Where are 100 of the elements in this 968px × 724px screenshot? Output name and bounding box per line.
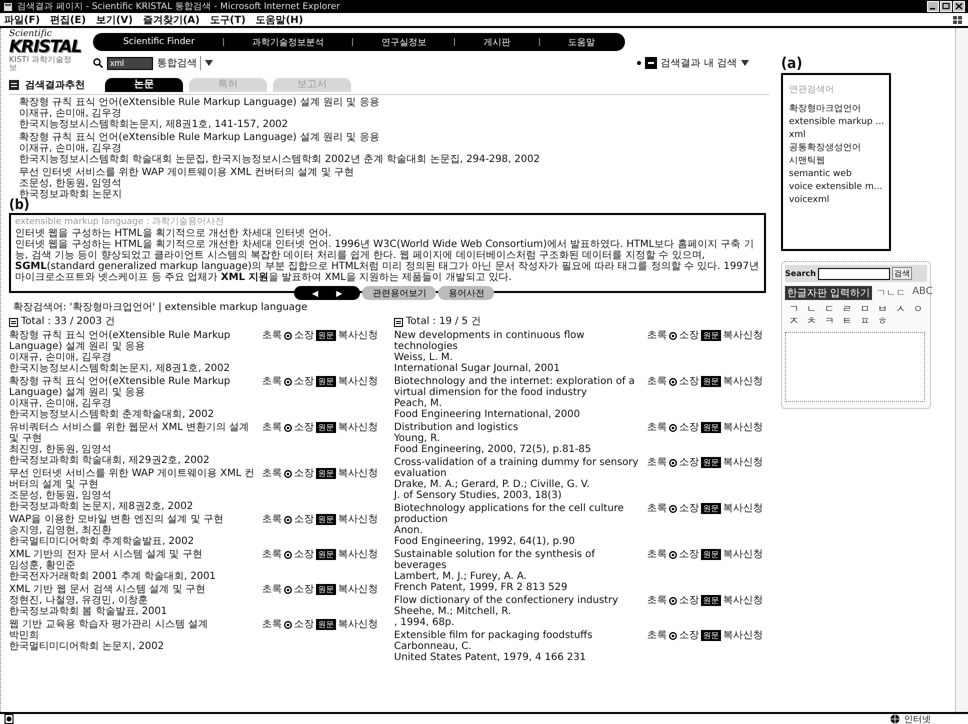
inner-search-dropdown[interactable]: 검색결과 내 검색 (660, 56, 737, 70)
fulltext-button[interactable]: 원문 (701, 630, 721, 641)
abstract-link[interactable]: 초록 (262, 514, 282, 525)
definition-button[interactable]: 용어사전 (438, 286, 494, 300)
copy-request-link[interactable]: 복사신청 (338, 619, 378, 630)
tab[interactable]: 논문 (105, 78, 183, 92)
paper-title[interactable]: WAP을 이용한 모바일 변환 엔진의 설계 및 구현 (9, 514, 258, 525)
paper-title[interactable]: 웹 기반 교육용 학습자 평가관리 시스템 설계 (9, 619, 258, 630)
menu-item[interactable]: 보기(V) (96, 12, 133, 26)
fulltext-button[interactable]: 원문 (701, 457, 721, 468)
holdings-link[interactable]: 소장 (679, 376, 699, 387)
fulltext-button[interactable]: 원문 (701, 549, 721, 560)
fulltext-button[interactable]: 원문 (316, 584, 336, 595)
tab[interactable]: ABC (910, 286, 935, 300)
fulltext-button[interactable]: 원문 (701, 422, 721, 433)
key[interactable]: ㄴ (802, 304, 820, 316)
key[interactable]: ㅈ (785, 316, 803, 328)
paper-title[interactable]: 무선 인터넷 서비스를 위한 WAP 게이트웨이용 XML 컨버터의 설계 및 구현 (19, 167, 769, 178)
abstract-link[interactable]: 초록 (647, 595, 667, 606)
paper-title[interactable]: Extensible film for packaging foodstuffs (394, 630, 643, 641)
copy-request-link[interactable]: 복사신청 (723, 422, 763, 433)
paper-title[interactable]: 유비쿼터스 서비스를 위한 웹문서 XML 변환기의 설계 및 구현 (9, 422, 258, 444)
holdings-link[interactable]: 소장 (294, 422, 314, 433)
related-term-link[interactable]: extensible markup ... (789, 117, 883, 128)
paper-title[interactable]: Cross-validation of a training dummy for sensory evaluation (394, 457, 643, 479)
definition-button[interactable]: 관련용어보기 (362, 286, 436, 300)
holdings-link[interactable]: 소장 (679, 630, 699, 641)
copy-request-link[interactable]: 복사신청 (723, 330, 763, 341)
key[interactable]: ㅇ (909, 304, 927, 316)
key[interactable]: ㄱ (785, 304, 803, 316)
copy-request-link[interactable]: 복사신청 (338, 376, 378, 387)
fulltext-button[interactable]: 원문 (316, 619, 336, 630)
abstract-link[interactable]: 초록 (262, 468, 282, 479)
key[interactable]: ㅎ (874, 316, 892, 328)
abstract-link[interactable]: 초록 (262, 330, 282, 341)
menu-item[interactable]: 도구(T) (210, 12, 246, 26)
key[interactable]: ㅁ (856, 304, 874, 316)
copy-request-link[interactable]: 복사신청 (338, 584, 378, 595)
copy-request-link[interactable]: 복사신청 (338, 549, 378, 560)
scope-dropdown[interactable]: 통합검색 (157, 56, 201, 70)
menu-item[interactable]: 즐겨찾기(A) (142, 12, 200, 26)
related-term-link[interactable]: 확장형마크업언어 (789, 104, 883, 115)
copy-request-link[interactable]: 복사신청 (723, 549, 763, 560)
tab[interactable]: ㄱㄴㄷ (874, 286, 908, 300)
fulltext-button[interactable]: 원문 (316, 422, 336, 433)
abstract-link[interactable]: 초록 (262, 584, 282, 595)
paper-title[interactable]: Sustainable solution for the synthesis of beverages (394, 549, 643, 571)
logo[interactable]: Scientific KRISTAL KISTI 과학기술정보 (9, 30, 79, 76)
copy-request-link[interactable]: 복사신청 (723, 630, 763, 641)
paper-title[interactable]: Distribution and logistics (394, 422, 643, 433)
holdings-link[interactable]: 소장 (679, 503, 699, 514)
nav-link[interactable]: 도움말 (568, 36, 595, 48)
fulltext-button[interactable]: 원문 (316, 549, 336, 560)
copy-request-link[interactable]: 복사신청 (723, 503, 763, 514)
abstract-link[interactable]: 초록 (262, 422, 282, 433)
paper-title[interactable]: 무선 인터넷 서비스를 위한 WAP 게이트웨이용 XML 컨버터의 설계 및 구현 (9, 468, 258, 490)
copy-request-link[interactable]: 복사신청 (723, 595, 763, 606)
menu-item[interactable]: 편집(E) (50, 12, 86, 26)
abstract-link[interactable]: 초록 (647, 422, 667, 433)
key[interactable]: ㅂ (874, 304, 892, 316)
nav-link[interactable]: 연구실정보 (381, 36, 426, 48)
abstract-link[interactable]: 초록 (262, 376, 282, 387)
related-term-link[interactable]: 공통확장생성언어 (789, 143, 883, 154)
copy-request-link[interactable]: 복사신청 (338, 514, 378, 525)
close-icon[interactable] (953, 1, 965, 12)
copy-request-link[interactable]: 복사신청 (338, 422, 378, 433)
fulltext-button[interactable]: 원문 (701, 376, 721, 387)
paper-title[interactable]: XML 기반의 전자 문서 시스템 설계 및 구현 (9, 549, 258, 560)
related-term-link[interactable]: semantic web (789, 169, 883, 180)
abstract-link[interactable]: 초록 (647, 376, 667, 387)
fulltext-button[interactable]: 원문 (701, 595, 721, 606)
holdings-link[interactable]: 소장 (294, 376, 314, 387)
fulltext-button[interactable]: 원문 (701, 503, 721, 514)
paper-title[interactable]: 확장형 규칙 표식 언어(eXtensible Rule Markup Language) 설계 원리 및 응용 (19, 132, 769, 143)
holdings-link[interactable]: 소장 (294, 514, 314, 525)
holdings-link[interactable]: 소장 (294, 330, 314, 341)
paper-title[interactable]: New developments in continuous flow technologies (394, 330, 643, 352)
holdings-link[interactable]: 소장 (679, 330, 699, 341)
related-term-link[interactable]: voice extensible m... (789, 182, 883, 193)
search-button-icon[interactable] (644, 57, 657, 69)
tab[interactable]: 한글자판 입력하기 (785, 286, 872, 300)
copy-request-link[interactable]: 복사신청 (338, 468, 378, 479)
key[interactable]: ㅌ (838, 316, 856, 328)
paper-title[interactable]: Biotechnology and the internet: exploration of a virtual dimension for the food industry (394, 376, 643, 398)
fulltext-button[interactable]: 원문 (316, 330, 336, 341)
search-button[interactable]: 검색 (892, 267, 912, 280)
pager-button[interactable]: ▶ (336, 288, 342, 298)
key[interactable]: ㅊ (802, 316, 820, 328)
maximize-icon[interactable] (940, 1, 952, 12)
key[interactable]: ㅋ (820, 316, 838, 328)
holdings-link[interactable]: 소장 (679, 422, 699, 433)
related-term-link[interactable]: voicexml (789, 195, 883, 206)
paper-title[interactable]: 확장형 규칙 표식 언어(eXtensible Rule Markup Language) 설계 원리 및 응용 (9, 330, 258, 352)
scrollbar[interactable] (955, 28, 968, 712)
nav-link[interactable]: Scientific Finder (123, 37, 195, 47)
holdings-link[interactable]: 소장 (294, 468, 314, 479)
keyword-field[interactable] (818, 268, 890, 280)
menu-item[interactable]: 도움말(H) (256, 12, 304, 26)
holdings-link[interactable]: 소장 (294, 619, 314, 630)
holdings-link[interactable]: 소장 (679, 549, 699, 560)
